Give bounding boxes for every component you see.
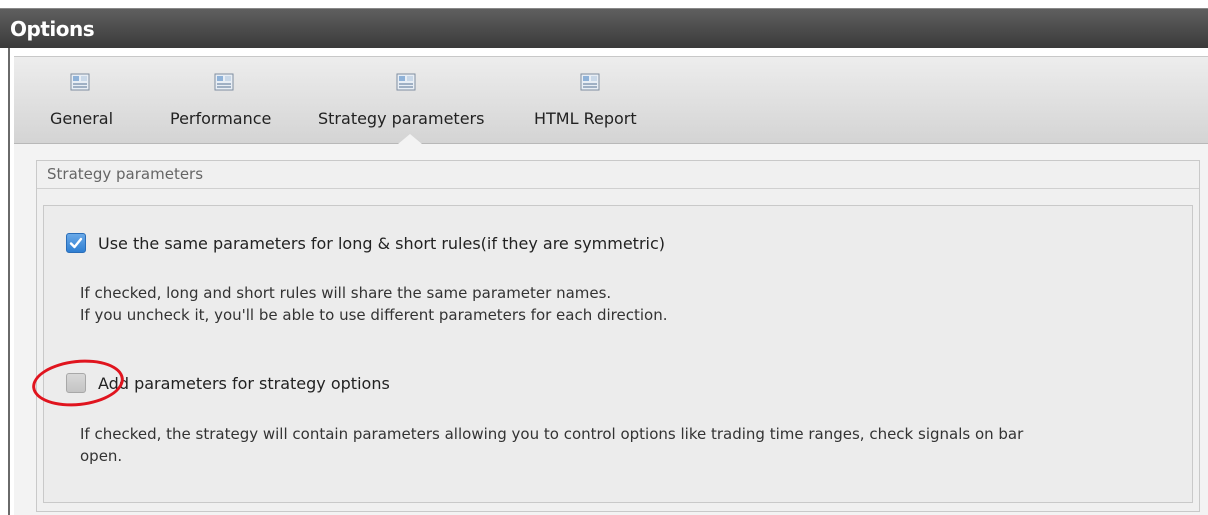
strategy-options-checkbox[interactable] [66, 373, 86, 393]
settings-page-icon [396, 73, 416, 91]
same-parameters-checkbox[interactable] [66, 233, 86, 253]
same-parameters-description-line-2: If you uncheck it, you'll be able to use… [80, 306, 668, 324]
options-tab-bar: General Performance Strategy parameters … [14, 56, 1208, 144]
checkmark-icon [69, 237, 83, 249]
window-frame-left [8, 48, 10, 515]
tab-performance-label: Performance [170, 109, 272, 128]
tab-strategy-parameters[interactable]: Strategy parameters [318, 57, 500, 144]
tab-general[interactable]: General [48, 57, 128, 143]
tab-strategy-parameters-label: Strategy parameters [318, 109, 485, 128]
same-parameters-label[interactable]: Use the same parameters for long & short… [98, 234, 665, 253]
settings-page-icon [580, 73, 600, 91]
tab-performance[interactable]: Performance [170, 57, 282, 143]
title-bar[interactable]: Options [0, 8, 1208, 48]
group-header: Strategy parameters [37, 161, 1199, 189]
options-content: Strategy parameters [14, 144, 1208, 515]
strategy-options-description-line-1: If checked, the strategy will contain pa… [80, 425, 1024, 443]
strategy-parameters-group: Strategy parameters [36, 160, 1200, 512]
options-window: Options General Performance Strategy par… [0, 0, 1208, 515]
selected-tab-indicator [398, 134, 422, 144]
tab-html-report-label: HTML Report [534, 109, 637, 128]
same-parameters-description-line-1: If checked, long and short rules will sh… [80, 284, 612, 302]
strategy-options-label[interactable]: Add parameters for strategy options [98, 374, 390, 393]
settings-page-icon [70, 73, 90, 91]
strategy-options-description-line-2: open. [80, 447, 123, 465]
settings-page-icon [214, 73, 234, 91]
tab-general-label: General [50, 109, 114, 128]
tab-html-report[interactable]: HTML Report [534, 57, 650, 143]
group-title: Strategy parameters [47, 165, 204, 183]
window-title: Options [10, 17, 95, 41]
